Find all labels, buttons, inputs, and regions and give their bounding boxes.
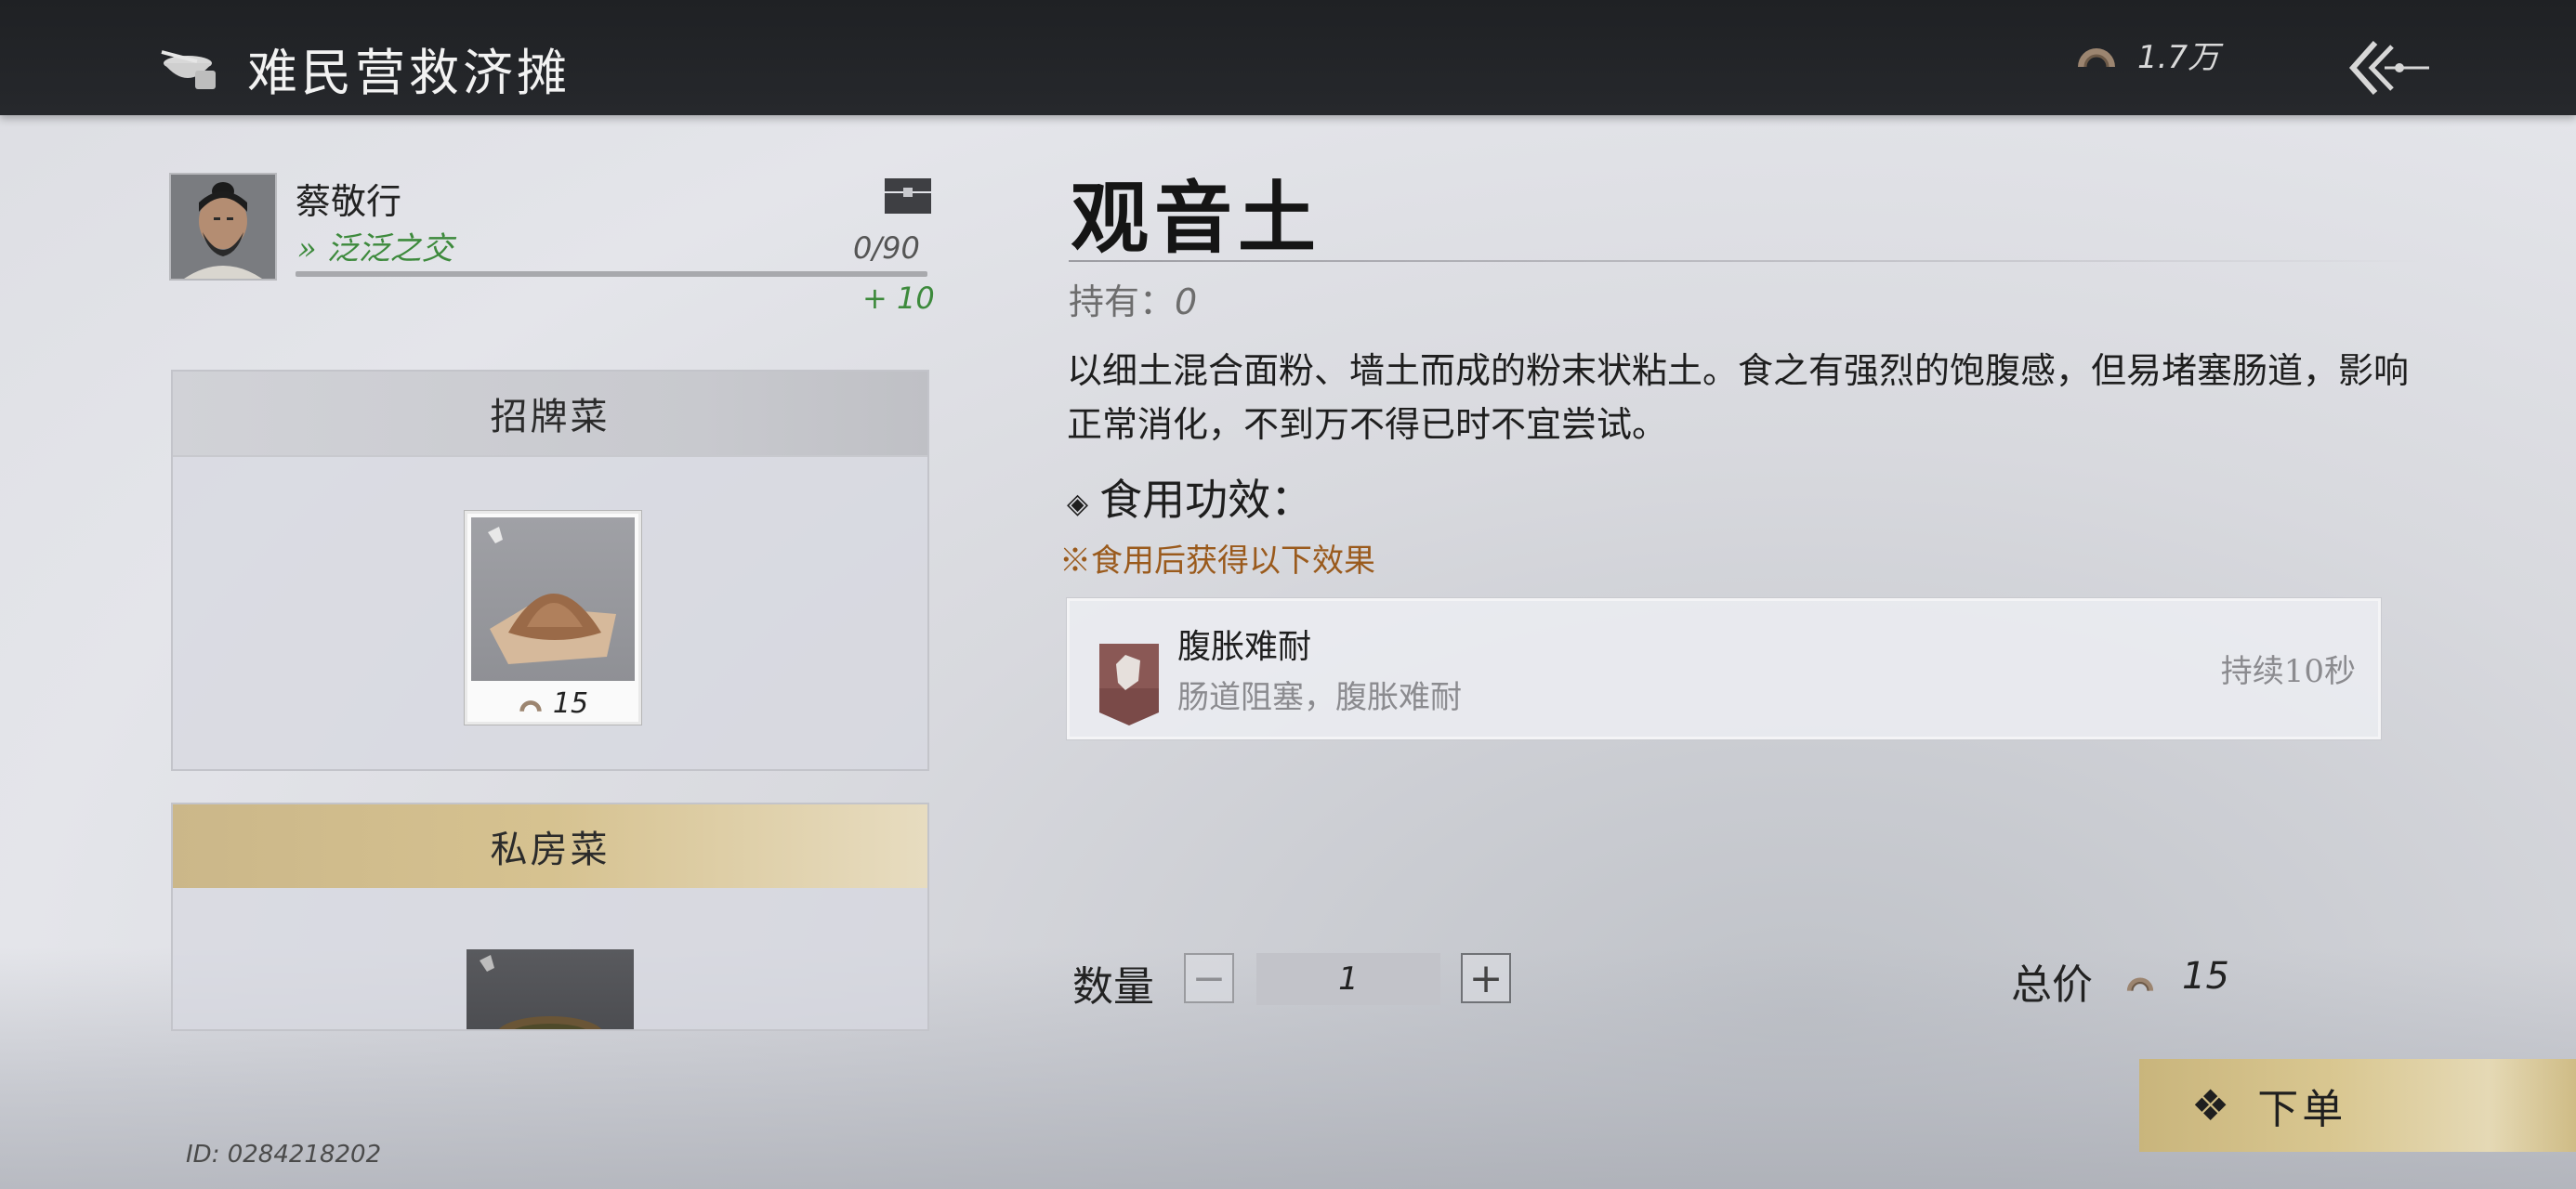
dish-price-value: 15 [552, 686, 589, 720]
favor-gain: + 10 [862, 281, 935, 316]
currency-amount: 1.7万 [2137, 39, 2220, 76]
quantity-label: 数量 [1072, 963, 1154, 1011]
effect-duration: 持续10秒 [2220, 653, 2356, 690]
npc-portrait [171, 175, 275, 279]
quantity-input[interactable] [1256, 953, 1440, 1005]
coin-icon [2078, 48, 2115, 68]
dish-card-private[interactable] [467, 949, 634, 1029]
private-dish-header: 私房菜 [173, 804, 927, 888]
top-bar: 难民营救济摊 1.7万 [0, 0, 2576, 115]
total-price-label: 总价 [2011, 961, 2093, 1009]
title-divider [1069, 260, 2425, 262]
favor-value: 0/90 [853, 230, 920, 266]
private-dish-panel: 私房菜 [171, 803, 929, 1031]
place-order-button[interactable]: ❖ 下单 [2139, 1059, 2576, 1152]
total-price-value: 15 [2182, 955, 2229, 998]
npc-avatar[interactable] [169, 173, 277, 281]
npc-name: 蔡敬行 [296, 181, 402, 222]
quantity-decrease-button[interactable]: − [1184, 953, 1234, 1003]
item-name: 观音土 [1071, 172, 1322, 264]
effect-heading-text: 食用功效： [1099, 475, 1314, 525]
dish-card-guanyin-soil[interactable]: 15 [465, 511, 641, 725]
owned-value: 0 [1175, 281, 1198, 322]
back-arrow-icon[interactable] [2347, 37, 2431, 98]
owned-label: 持有： [1069, 281, 1176, 322]
dish-image [471, 517, 635, 681]
owned-count: 持有：0 [1069, 273, 1197, 324]
npc-relation: » 泛泛之交 [297, 230, 453, 268]
bowl-icon [161, 50, 216, 89]
effect-name: 腹胀难耐 [1177, 628, 1312, 666]
signature-dish-panel: 招牌菜 15 [171, 370, 929, 771]
player-id: ID: 0284218202 [186, 1141, 382, 1169]
effect-description: 肠道阻塞，腹胀难耐 [1177, 679, 1462, 716]
page-title: 难民营救济摊 [247, 44, 571, 102]
effect-heading: ◈ 食用功效： [1067, 466, 1313, 528]
effect-note: ※食用后获得以下效果 [1059, 542, 1375, 580]
diamond-bullet-icon: ◈ [1067, 487, 1089, 520]
food-tag-icon [480, 955, 494, 972]
signature-dish-header: 招牌菜 [173, 372, 927, 457]
order-diamond-icon: ❖ [2191, 1080, 2234, 1130]
coin-icon [519, 700, 542, 712]
food-tag-icon [488, 527, 503, 543]
chest-icon[interactable] [883, 175, 933, 216]
place-order-label: 下单 [2257, 1086, 2347, 1133]
debuff-badge-icon [1099, 644, 1159, 725]
quantity-increase-button[interactable]: + [1461, 953, 1511, 1003]
coin-icon [2126, 977, 2154, 991]
effect-card: 腹胀难耐 肠道阻塞，腹胀难耐 持续10秒 [1067, 598, 2381, 739]
dish-price: 15 [467, 685, 638, 722]
item-description: 以细土混合面粉、墙土而成的粉末状粘土。食之有强烈的饱腹感，但易堵塞肠道，影响正常… [1067, 350, 2410, 445]
favor-progress-bar [296, 271, 927, 277]
